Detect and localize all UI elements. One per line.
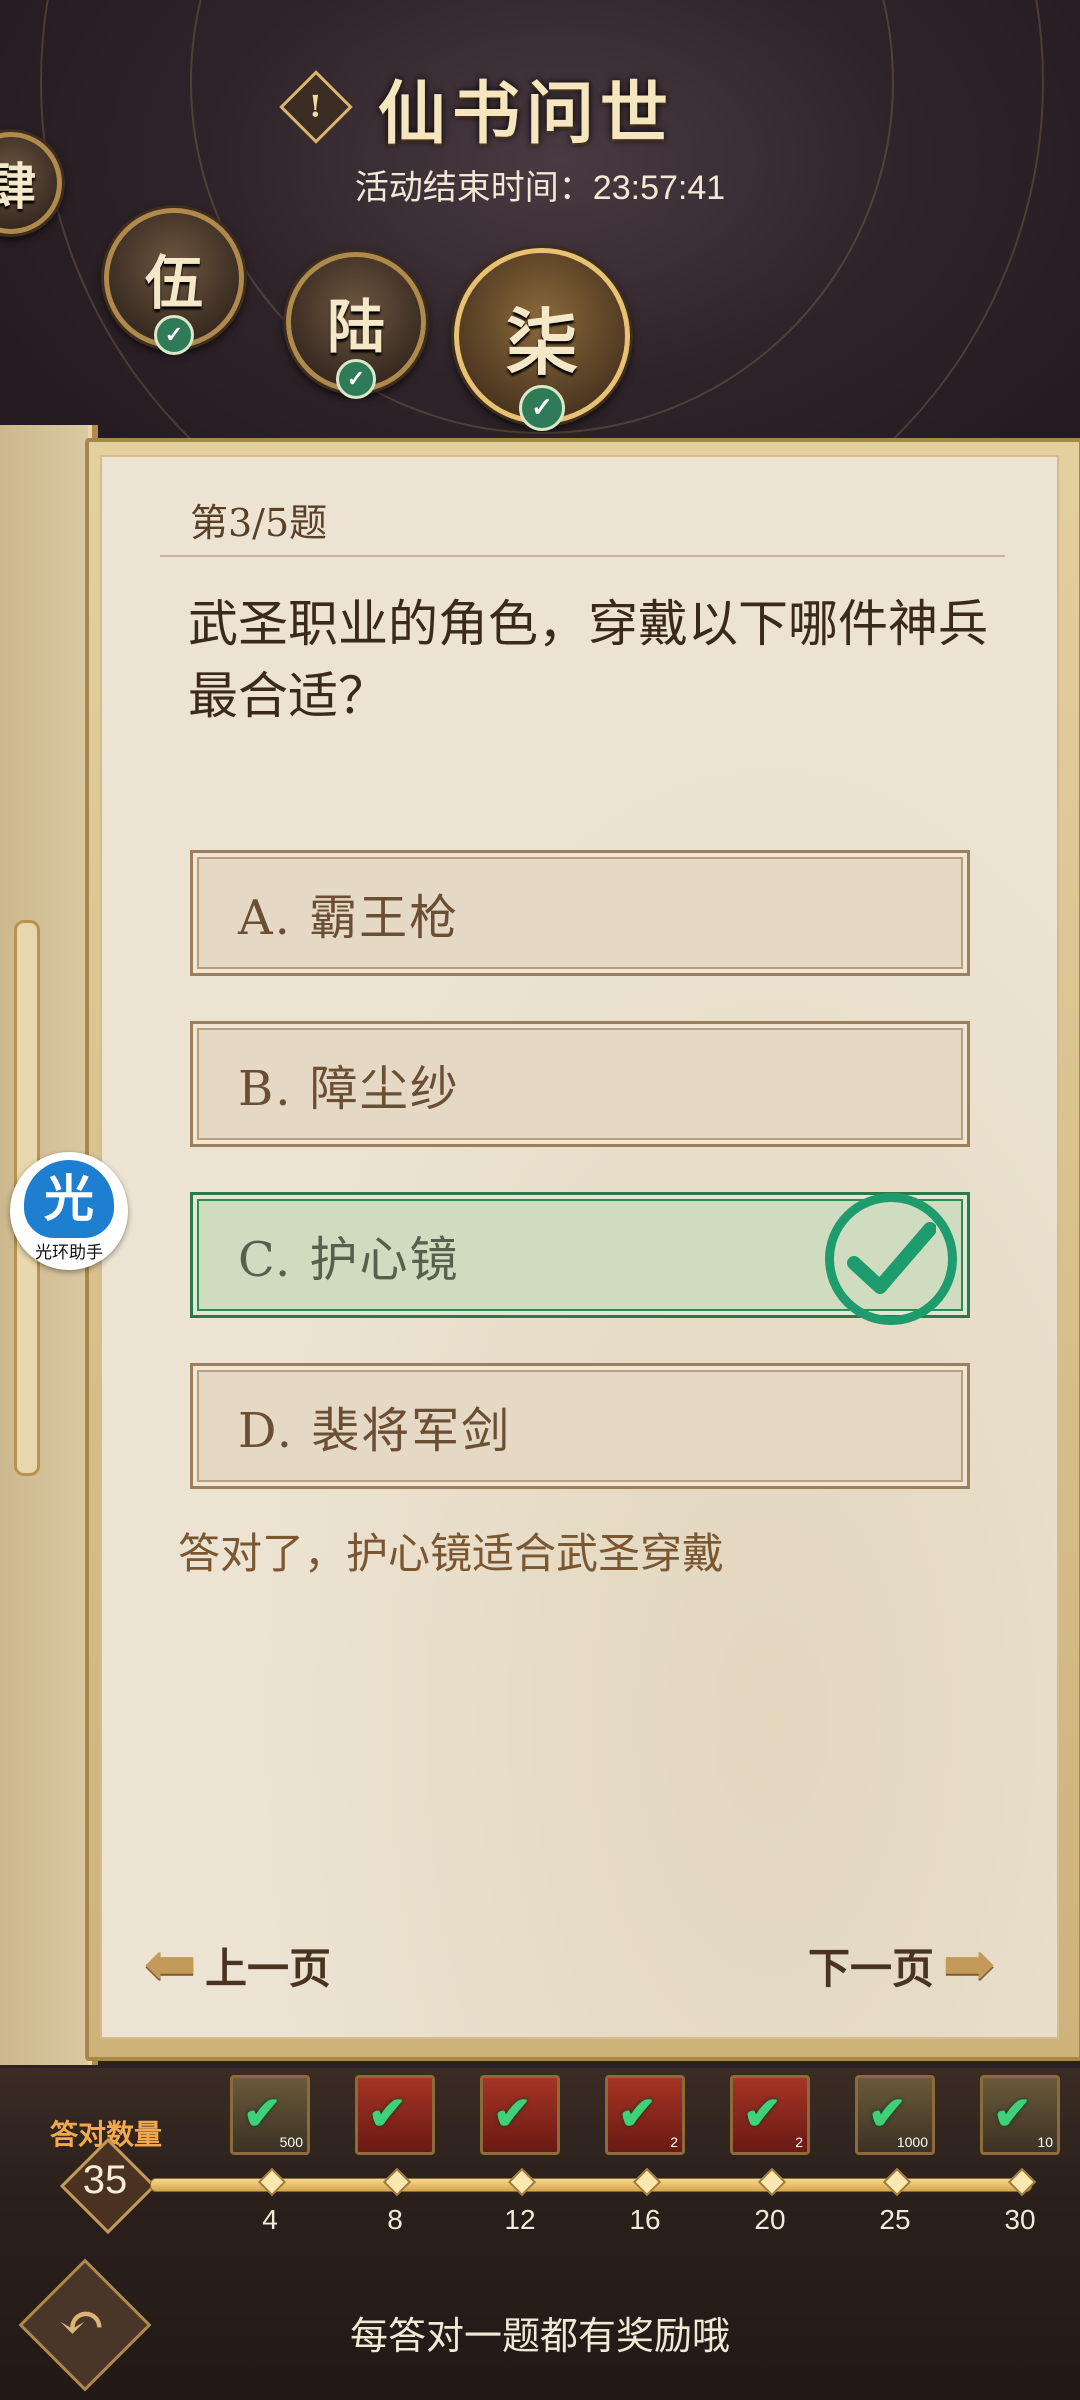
check-icon: ✔: [618, 2086, 657, 2140]
helper-label: 光环助手: [35, 1243, 103, 1263]
reward-item[interactable]: ✔ 10: [980, 2075, 1060, 2155]
chapter-button-6[interactable]: 陆 ✓: [286, 252, 426, 399]
check-icon: ✔: [368, 2086, 407, 2140]
reward-item[interactable]: ✔ 2: [730, 2075, 810, 2155]
correct-count-value: 35: [82, 2158, 128, 2202]
option-label: D. 裴将军剑: [238, 1403, 512, 1459]
chapter-button-5[interactable]: 伍 ✓: [104, 208, 244, 355]
divider: [160, 555, 1005, 557]
option-b[interactable]: B. 障尘纱: [190, 1021, 970, 1147]
footer-tip: 每答对一题都有奖励哦: [349, 2314, 730, 2358]
chapter-label: 肆: [0, 157, 36, 216]
chapter-label: 伍: [144, 249, 203, 317]
chapter-label: 陆: [326, 293, 385, 361]
next-page-label: 下一页: [808, 1943, 935, 1993]
reward-count: 2: [670, 2134, 678, 2150]
question-number: 第3/5题: [190, 501, 328, 545]
check-icon: ✔: [868, 2086, 907, 2140]
info-icon: !: [309, 89, 323, 125]
milestone-label: 12: [504, 2204, 536, 2235]
info-button[interactable]: !: [279, 70, 353, 144]
chapter-label: 柒: [505, 299, 578, 385]
check-icon: ✓: [336, 359, 376, 399]
reward-count: 500: [279, 2134, 303, 2150]
reward-item[interactable]: ✔ 500: [230, 2075, 310, 2155]
chapter-button-7[interactable]: 柒 ✓: [454, 248, 630, 431]
arrow-right-icon: ➡: [942, 1927, 996, 2002]
answer-feedback: 答对了，护心镜适合武圣穿戴: [178, 1529, 725, 1578]
reward-count: 10: [1037, 2134, 1053, 2150]
milestone-label: 20: [754, 2204, 786, 2235]
title-row: ! 仙书问世: [279, 62, 674, 154]
reward-item[interactable]: ✔ 1000: [855, 2075, 935, 2155]
check-icon: ✔: [743, 2086, 782, 2140]
prev-page-label: 上一页: [205, 1943, 332, 1993]
prev-page-button[interactable]: ⬅ 上一页: [135, 1925, 331, 2005]
option-label: B. 障尘纱: [238, 1061, 460, 1117]
question-text: 武圣职业的角色，穿戴以下哪件神兵最合适？: [188, 595, 988, 725]
check-icon: ✔: [243, 2086, 282, 2140]
milestone-label: 4: [262, 2204, 278, 2235]
milestone-label: 25: [879, 2204, 911, 2235]
option-label: A. 霸王枪: [238, 890, 460, 946]
check-icon: ✓: [519, 385, 565, 431]
correct-check-icon: [825, 1193, 957, 1325]
arrow-left-icon: ⬅: [143, 1927, 197, 2002]
check-icon: ✔: [993, 2086, 1032, 2140]
option-d[interactable]: D. 裴将军剑: [190, 1363, 970, 1489]
milestone-label: 8: [387, 2204, 403, 2235]
check-icon: ✓: [154, 315, 194, 355]
option-a[interactable]: A. 霸王枪: [190, 850, 970, 976]
milestone-label: 16: [629, 2204, 661, 2235]
reward-count: 1000: [896, 2134, 928, 2150]
reward-item[interactable]: ✔: [480, 2075, 560, 2155]
next-page-button[interactable]: 下一页 ➡: [808, 1925, 1004, 2005]
reward-item[interactable]: ✔: [355, 2075, 435, 2155]
event-end-time: 活动结束时间：23:57:41: [354, 169, 726, 207]
page-title: 仙书问世: [378, 73, 675, 154]
milestone-label: 30: [1004, 2204, 1036, 2235]
reward-count: 2: [795, 2134, 803, 2150]
option-c[interactable]: C. 护心镜: [190, 1192, 970, 1325]
floating-helper-button[interactable]: 光 光环助手: [10, 1152, 128, 1270]
option-label: C. 护心镜: [238, 1232, 460, 1288]
check-icon: ✔: [493, 2086, 532, 2140]
helper-logo-icon: 光: [24, 1160, 114, 1238]
reward-item[interactable]: ✔ 2: [605, 2075, 685, 2155]
